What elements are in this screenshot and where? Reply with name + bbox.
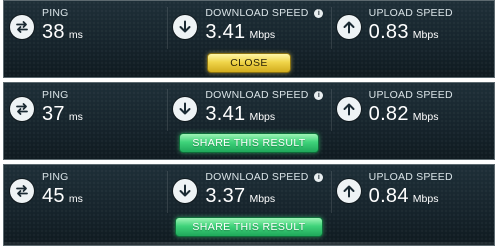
ping-arrows-icon	[10, 179, 34, 203]
ping-unit: ms	[68, 193, 83, 205]
download-arrow-icon	[173, 179, 198, 203]
download-label: DOWNLOAD SPEED	[205, 7, 309, 19]
share-result-button[interactable]: SHARE THIS RESULT	[175, 217, 323, 237]
panel-bottom-edge	[4, 242, 494, 245]
upload-unit: Mbps	[412, 193, 439, 205]
ping-label: PING	[42, 89, 69, 101]
upload-unit: Mbps	[412, 29, 439, 41]
info-icon[interactable]: i	[314, 8, 324, 18]
download-arrow-icon	[173, 97, 198, 121]
ping-value: 45	[42, 185, 65, 207]
download-arrow-icon	[173, 15, 198, 39]
upload-metric: UPLOAD SPEED 0.84 Mbps	[330, 169, 494, 213]
ping-label: PING	[42, 171, 69, 183]
upload-value: 0.84	[368, 185, 409, 207]
metrics-row: PING 38 ms DOWNLOAD SPEED i 3.41 Mbps UP…	[4, 5, 494, 49]
download-label: DOWNLOAD SPEED	[205, 89, 309, 101]
download-metric: DOWNLOAD SPEED i 3.41 Mbps	[167, 87, 330, 131]
upload-arrow-icon	[336, 15, 361, 39]
download-unit: Mbps	[249, 111, 276, 123]
download-label: DOWNLOAD SPEED	[205, 171, 309, 183]
speedtest-result-panel: PING 38 ms DOWNLOAD SPEED i 3.41 Mbps UP…	[3, 0, 495, 78]
ping-metric: PING 38 ms	[4, 5, 167, 49]
ping-metric: PING 37 ms	[4, 87, 167, 131]
share-result-button[interactable]: SHARE THIS RESULT	[179, 133, 319, 153]
info-icon[interactable]: i	[314, 90, 324, 100]
metrics-row: PING 45 ms DOWNLOAD SPEED i 3.37 Mbps UP…	[4, 169, 494, 213]
ping-arrows-icon	[10, 97, 34, 121]
download-unit: Mbps	[249, 29, 276, 41]
close-button[interactable]: CLOSE	[207, 53, 291, 73]
ping-metric: PING 45 ms	[4, 169, 167, 213]
upload-label: UPLOAD SPEED	[368, 171, 453, 183]
ping-value: 38	[42, 21, 65, 43]
upload-metric: UPLOAD SPEED 0.83 Mbps	[330, 5, 494, 49]
speedtest-result-panel: PING 45 ms DOWNLOAD SPEED i 3.37 Mbps UP…	[3, 164, 495, 246]
ping-unit: ms	[68, 111, 83, 123]
metrics-row: PING 37 ms DOWNLOAD SPEED i 3.41 Mbps UP…	[4, 87, 494, 131]
upload-value: 0.83	[368, 21, 409, 43]
speedtest-result-panel: PING 37 ms DOWNLOAD SPEED i 3.41 Mbps UP…	[3, 82, 495, 160]
upload-label: UPLOAD SPEED	[368, 89, 453, 101]
download-metric: DOWNLOAD SPEED i 3.41 Mbps	[167, 5, 330, 49]
upload-value: 0.82	[368, 103, 409, 125]
upload-arrow-icon	[336, 97, 361, 121]
ping-unit: ms	[68, 29, 83, 41]
download-value: 3.41	[205, 103, 246, 125]
upload-unit: Mbps	[412, 111, 439, 123]
upload-metric: UPLOAD SPEED 0.82 Mbps	[330, 87, 494, 131]
download-unit: Mbps	[249, 193, 276, 205]
download-value: 3.37	[205, 185, 246, 207]
info-icon[interactable]: i	[314, 172, 324, 182]
upload-label: UPLOAD SPEED	[368, 7, 453, 19]
ping-value: 37	[42, 103, 65, 125]
ping-label: PING	[42, 7, 69, 19]
download-value: 3.41	[205, 21, 246, 43]
ping-arrows-icon	[10, 15, 34, 39]
download-metric: DOWNLOAD SPEED i 3.37 Mbps	[167, 169, 330, 213]
upload-arrow-icon	[336, 179, 361, 203]
